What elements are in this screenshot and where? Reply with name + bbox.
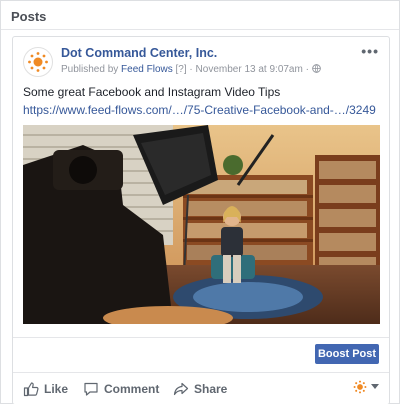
comment-icon — [84, 382, 98, 396]
video-production-photo — [23, 125, 380, 324]
globe-icon[interactable] — [311, 64, 321, 73]
sun-logo-icon — [353, 380, 367, 394]
share-button[interactable]: Share — [173, 380, 227, 398]
section-title: Posts — [11, 9, 47, 24]
post-image[interactable] — [23, 125, 380, 324]
posts-panel: Posts Dot Command Center, Inc. Published… — [0, 0, 400, 404]
like-button[interactable]: Like — [23, 380, 68, 398]
page-name-link[interactable]: Dot Command Center, Inc. — [61, 46, 217, 60]
page-identity-selector[interactable] — [353, 380, 379, 394]
caret-down-icon — [371, 384, 379, 389]
meta-prefix: Published by — [61, 64, 119, 75]
boost-post-button[interactable]: Boost Post — [315, 344, 379, 364]
page-avatar[interactable] — [23, 47, 53, 77]
comment-label: Comment — [104, 382, 160, 396]
comment-button[interactable]: Comment — [83, 380, 159, 398]
meta-separator: · — [189, 64, 193, 75]
publisher-link[interactable]: Feed Flows — [121, 64, 173, 75]
like-label: Like — [44, 382, 69, 396]
meta-separator-2: · — [305, 64, 309, 75]
post-text: Some great Facebook and Instagram Video … — [23, 85, 281, 99]
publisher-help-badge[interactable]: [?] — [176, 64, 187, 75]
share-icon — [173, 382, 189, 396]
more-options-button[interactable]: ••• — [361, 43, 379, 59]
sun-logo-icon — [28, 52, 48, 72]
post-link[interactable]: https://www.feed-flows.com/…/75-Creative… — [23, 103, 376, 117]
section-divider — [1, 29, 399, 30]
post-meta: Published by Feed Flows [?] · November 1… — [61, 64, 321, 75]
post-card: Dot Command Center, Inc. Published by Fe… — [12, 36, 390, 404]
post-timestamp[interactable]: November 13 at 9:07am — [196, 64, 303, 75]
thumbs-up-icon — [23, 382, 39, 397]
share-label: Share — [194, 382, 228, 396]
